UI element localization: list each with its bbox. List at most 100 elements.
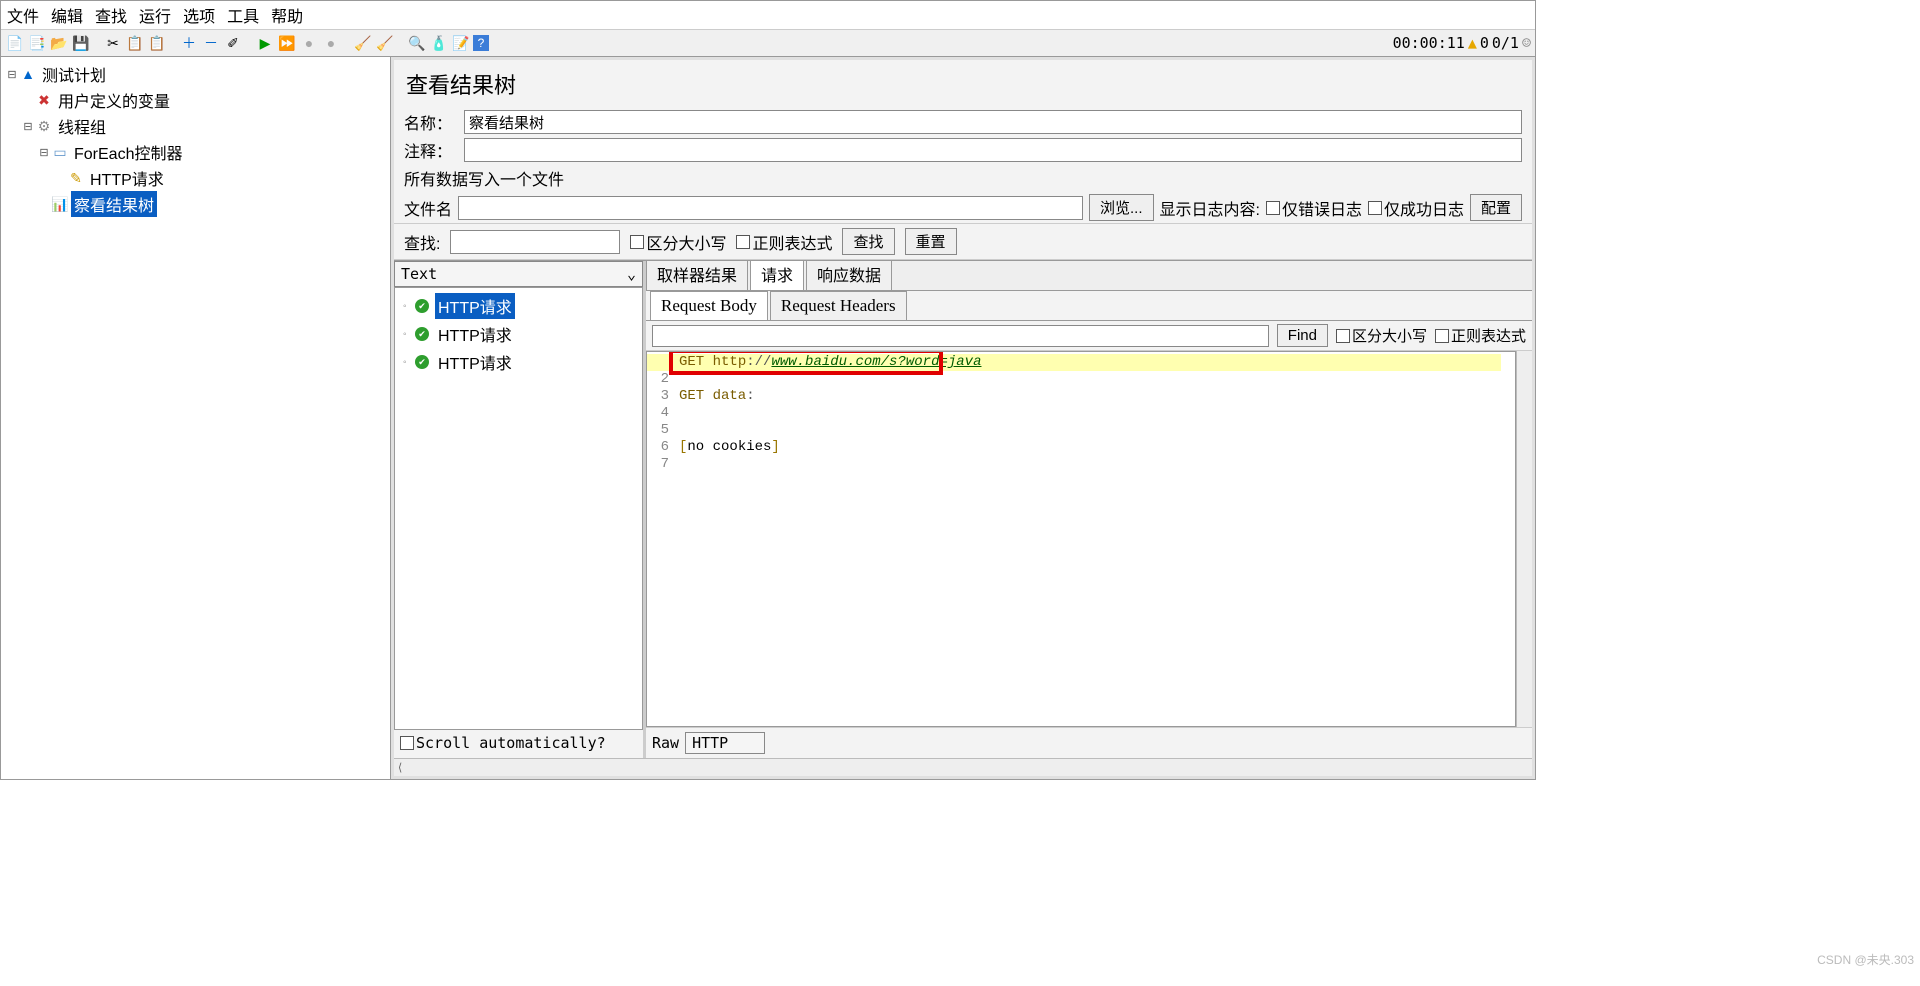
function-icon[interactable]: 📝 xyxy=(451,33,471,53)
toggle-icon[interactable]: ⊟ xyxy=(21,120,35,133)
search-button[interactable]: 查找 xyxy=(842,228,894,255)
result-label: HTTP请求 xyxy=(435,321,515,347)
code-line: GET http://www.baidu.com/s?word=java xyxy=(679,354,1511,371)
code-content: GET http://www.baidu.com/s?word=java GET … xyxy=(675,352,1515,726)
plus-icon[interactable]: ＋ xyxy=(179,33,199,53)
detail-tabs: 取样器结果 请求 响应数据 xyxy=(646,261,1532,291)
view-mode-combo[interactable]: HTTP xyxy=(685,732,765,754)
code-line xyxy=(679,405,1511,422)
chevron-down-icon: ⌄ xyxy=(627,265,636,283)
copy-icon[interactable]: 📋 xyxy=(125,33,145,53)
code-line: [no cookies] xyxy=(679,439,1511,456)
menu-帮助[interactable]: 帮助 xyxy=(271,9,303,26)
warning-count: 0 xyxy=(1480,34,1489,52)
search-input[interactable] xyxy=(450,230,620,254)
only-error-checkbox[interactable]: 仅错误日志 xyxy=(1266,196,1362,220)
node-icon: ⚙ xyxy=(35,118,53,135)
open-icon[interactable]: 📂 xyxy=(49,33,69,53)
tree-item[interactable]: ⊟▲测试计划 xyxy=(5,61,386,87)
sample-result-tree[interactable]: ◦✔HTTP请求◦✔HTTP请求◦✔HTTP请求 xyxy=(394,287,643,730)
reset-button[interactable]: 重置 xyxy=(905,228,957,255)
node-label: 测试计划 xyxy=(39,61,109,87)
horizontal-scrollbar[interactable]: ⟨ xyxy=(394,758,1532,776)
renderer-combo[interactable]: Text ⌄ xyxy=(394,261,643,287)
minus-icon[interactable]: － xyxy=(201,33,221,53)
node-label: ForEach控制器 xyxy=(71,139,185,165)
regex-checkbox[interactable]: 正则表达式 xyxy=(736,230,832,254)
raw-label: Raw xyxy=(652,734,679,752)
template-icon[interactable]: 📑 xyxy=(27,33,47,53)
find-regex-checkbox[interactable]: 正则表达式 xyxy=(1435,325,1526,346)
node-icon: 📊 xyxy=(51,196,69,213)
new-icon[interactable]: 📄 xyxy=(5,33,25,53)
tree-item[interactable]: ⊟⚙线程组 xyxy=(5,113,386,139)
right-panel: 查看结果树 名称： 注释： 所有数据写入一个文件 文件名 浏览... 显示日志内… xyxy=(391,57,1535,779)
filename-label: 文件名 xyxy=(404,196,452,220)
result-label: HTTP请求 xyxy=(435,349,515,375)
tree-item[interactable]: ✖用户定义的变量 xyxy=(5,87,386,113)
code-line: GET data: xyxy=(679,388,1511,405)
success-icon: ✔ xyxy=(415,355,429,369)
cut-icon[interactable]: ✂ xyxy=(103,33,123,53)
tab-request[interactable]: 请求 xyxy=(750,260,804,290)
find-case-checkbox[interactable]: 区分大小写 xyxy=(1336,325,1427,346)
toggle-icon[interactable]: ⊟ xyxy=(5,68,19,81)
result-item[interactable]: ◦✔ HTTP请求 xyxy=(395,348,642,376)
browse-button[interactable]: 浏览... xyxy=(1089,194,1154,221)
comment-input[interactable] xyxy=(464,138,1522,162)
reset-search-icon[interactable]: 🧴 xyxy=(429,33,449,53)
run-no-pause-icon[interactable]: ⏩ xyxy=(277,33,297,53)
tree-item[interactable]: 📊察看结果树 xyxy=(5,191,386,217)
tab-sampler-result[interactable]: 取样器结果 xyxy=(646,260,748,290)
vertical-scrollbar[interactable] xyxy=(1516,351,1532,727)
result-item[interactable]: ◦✔HTTP请求 xyxy=(395,292,642,320)
tree-item[interactable]: ✎HTTP请求 xyxy=(5,165,386,191)
subtab-request-headers[interactable]: Request Headers xyxy=(770,291,907,320)
menu-工具[interactable]: 工具 xyxy=(227,9,259,26)
clear-icon[interactable]: 🧹 xyxy=(353,33,373,53)
stop-icon[interactable]: ● xyxy=(299,33,319,53)
run-icon[interactable]: ▶ xyxy=(255,33,275,53)
tab-response[interactable]: 响应数据 xyxy=(806,260,892,290)
help-icon[interactable]: ? xyxy=(473,35,489,51)
menu-文件[interactable]: 文件 xyxy=(7,9,39,26)
scroll-auto-checkbox[interactable]: Scroll automatically? xyxy=(400,734,606,752)
save-icon[interactable]: 💾 xyxy=(71,33,91,53)
node-label: HTTP请求 xyxy=(87,165,167,191)
menu-查找[interactable]: 查找 xyxy=(95,9,127,26)
test-plan-tree[interactable]: ⊟▲测试计划✖用户定义的变量⊟⚙线程组⊟▭ForEach控制器✎HTTP请求📊察… xyxy=(1,57,391,779)
menu-运行[interactable]: 运行 xyxy=(139,9,171,26)
menu-编辑[interactable]: 编辑 xyxy=(51,9,83,26)
find-button[interactable]: Find xyxy=(1277,324,1328,347)
menu-选项[interactable]: 选项 xyxy=(183,9,215,26)
code-line xyxy=(679,456,1511,473)
show-log-label: 显示日志内容: xyxy=(1160,196,1260,220)
clear-all-icon[interactable]: 🧹 xyxy=(375,33,395,53)
wand-icon[interactable]: ✐ xyxy=(223,33,243,53)
node-label: 线程组 xyxy=(55,113,109,139)
code-line xyxy=(679,422,1511,439)
find-input[interactable] xyxy=(652,325,1269,347)
tree-item[interactable]: ⊟▭ForEach控制器 xyxy=(5,139,386,165)
subtab-request-body[interactable]: Request Body xyxy=(650,291,768,320)
write-all-label: 所有数据写入一个文件 xyxy=(394,164,1532,192)
toggle-icon: ◦ xyxy=(403,329,415,340)
node-icon: ▲ xyxy=(19,66,37,82)
thread-ratio: 0/1 xyxy=(1492,34,1519,52)
success-icon: ✔ xyxy=(415,327,429,341)
scroll-left-icon[interactable]: ⟨ xyxy=(398,761,402,774)
case-checkbox[interactable]: 区分大小写 xyxy=(630,230,726,254)
toggle-icon[interactable]: ⊟ xyxy=(37,146,51,159)
node-icon: ▭ xyxy=(51,144,69,161)
paste-icon[interactable]: 📋 xyxy=(147,33,167,53)
toggle-icon: ◦ xyxy=(403,357,415,368)
shutdown-icon[interactable]: ● xyxy=(321,33,341,53)
only-success-checkbox[interactable]: 仅成功日志 xyxy=(1368,196,1464,220)
name-input[interactable] xyxy=(464,110,1522,134)
filename-input[interactable] xyxy=(458,196,1083,220)
search-icon[interactable]: 🔍 xyxy=(407,33,427,53)
result-item[interactable]: ◦✔ HTTP请求 xyxy=(395,320,642,348)
node-label: 用户定义的变量 xyxy=(55,87,173,113)
request-body-view[interactable]: 1234567 GET http://www.baidu.com/s?word=… xyxy=(646,351,1516,727)
configure-button[interactable]: 配置 xyxy=(1470,194,1522,221)
